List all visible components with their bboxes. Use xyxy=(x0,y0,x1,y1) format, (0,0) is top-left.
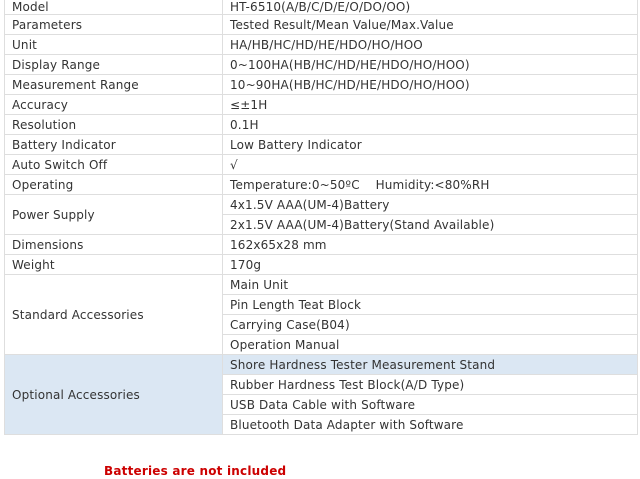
measurement-range-value: 10~90HA(HB/HC/HD/HE/HDO/HO/HOO) xyxy=(222,74,638,95)
accuracy-value: ≤±1H xyxy=(222,94,638,115)
power-supply-value: 4x1.5V AAA(UM-4)Battery xyxy=(222,194,638,215)
unit-label: Unit xyxy=(4,34,223,55)
spec-row-operating: Operating Temperature:0~50ºC Humidity:<8… xyxy=(4,174,638,195)
display-range-label: Display Range xyxy=(4,54,223,75)
optional-accessory-item: Bluetooth Data Adapter with Software xyxy=(222,414,638,435)
parameters-label: Parameters xyxy=(4,14,223,35)
standard-accessories-label: Standard Accessories xyxy=(4,274,223,355)
optional-accessory-item: Rubber Hardness Test Block(A/D Type) xyxy=(222,374,638,395)
spec-row-auto-switch-off: Auto Switch Off √ xyxy=(4,154,638,175)
spec-row-measurement-range: Measurement Range 10~90HA(HB/HC/HD/HE/HD… xyxy=(4,74,638,95)
standard-accessory-item: Carrying Case(B04) xyxy=(222,314,638,335)
spec-row-power-supply: Power Supply 4x1.5V AAA(UM-4)Battery xyxy=(4,194,638,235)
dimensions-label: Dimensions xyxy=(4,234,223,255)
spec-row-standard-accessories: Standard Accessories Main Unit xyxy=(4,274,638,355)
spec-row-battery-indicator: Battery Indicator Low Battery Indicator xyxy=(4,134,638,155)
spec-row-dimensions: Dimensions 162x65x28 mm xyxy=(4,234,638,255)
batteries-note: Batteries are not included xyxy=(104,464,287,478)
resolution-value: 0.1H xyxy=(222,114,638,135)
weight-label: Weight xyxy=(4,254,223,275)
spec-row-resolution: Resolution 0.1H xyxy=(4,114,638,135)
accuracy-label: Accuracy xyxy=(4,94,223,115)
auto-switch-off-label: Auto Switch Off xyxy=(4,154,223,175)
power-supply-label: Power Supply xyxy=(4,194,223,235)
optional-accessories-label: Optional Accessories xyxy=(4,354,223,435)
display-range-value: 0~100HA(HB/HC/HD/HE/HDO/HO/HOO) xyxy=(222,54,638,75)
unit-value: HA/HB/HC/HD/HE/HDO/HO/HOO xyxy=(222,34,638,55)
standard-accessory-item: Main Unit xyxy=(222,274,638,295)
spec-row-accuracy: Accuracy ≤±1H xyxy=(4,94,638,115)
model-value: HT-6510(A/B/C/D/E/O/DO/OO) xyxy=(222,0,638,15)
optional-accessory-item: Shore Hardness Tester Measurement Stand xyxy=(222,354,638,375)
standard-accessory-item: Operation Manual xyxy=(222,334,638,355)
dimensions-value: 162x65x28 mm xyxy=(222,234,638,255)
spec-row-model: Model HT-6510(A/B/C/D/E/O/DO/OO) xyxy=(4,0,638,15)
operating-label: Operating xyxy=(4,174,223,195)
optional-accessory-item: USB Data Cable with Software xyxy=(222,394,638,415)
battery-indicator-label: Battery Indicator xyxy=(4,134,223,155)
spec-row-weight: Weight 170g xyxy=(4,254,638,275)
spec-row-parameters: Parameters Tested Result/Mean Value/Max.… xyxy=(4,14,638,35)
spec-row-display-range: Display Range 0~100HA(HB/HC/HD/HE/HDO/HO… xyxy=(4,54,638,75)
model-label: Model xyxy=(4,0,223,15)
operating-value: Temperature:0~50ºC Humidity:<80%RH xyxy=(222,174,638,195)
standard-accessory-item: Pin Length Teat Block xyxy=(222,294,638,315)
spec-row-unit: Unit HA/HB/HC/HD/HE/HDO/HO/HOO xyxy=(4,34,638,55)
measurement-range-label: Measurement Range xyxy=(4,74,223,95)
power-supply-value: 2x1.5V AAA(UM-4)Battery(Stand Available) xyxy=(222,214,638,235)
parameters-value: Tested Result/Mean Value/Max.Value xyxy=(222,14,638,35)
battery-indicator-value: Low Battery Indicator xyxy=(222,134,638,155)
weight-value: 170g xyxy=(222,254,638,275)
resolution-label: Resolution xyxy=(4,114,223,135)
auto-switch-off-value: √ xyxy=(222,154,638,175)
spec-table: Model HT-6510(A/B/C/D/E/O/DO/OO) Paramet… xyxy=(4,0,638,435)
spec-row-optional-accessories: Optional Accessories Shore Hardness Test… xyxy=(4,354,638,435)
